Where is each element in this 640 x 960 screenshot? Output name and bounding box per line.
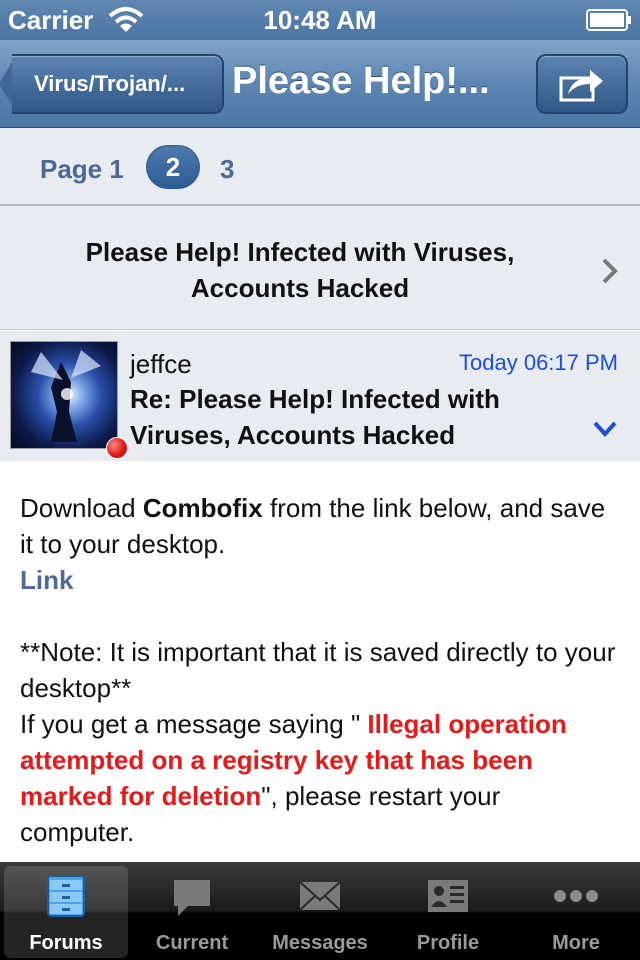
post-username[interactable]: jeffce [130,349,192,380]
post-note: **Note: It is important that it is saved… [20,637,616,703]
online-status-indicator [106,437,128,459]
share-button[interactable] [536,54,628,114]
avatar[interactable] [10,341,118,449]
tab-profile[interactable]: Profile [386,866,510,958]
pagination: Page 1 2 3 [0,128,640,206]
more-icon [554,890,598,902]
navigation-bar: Virus/Trojan/... Please Help!... [0,40,640,128]
thread-title: Please Help! Infected with Viruses, Acco… [85,237,515,303]
chevron-right-icon [602,258,618,284]
combofix-link[interactable]: Link [20,562,620,598]
chevron-down-icon[interactable] [592,419,618,439]
current-icon [174,880,210,916]
combofix-text: Combofix [142,493,263,523]
post-paragraph-download: Download Combofix from the link below, a… [20,493,606,559]
page-title: Please Help!... [232,60,490,102]
back-button-label: Virus/Trojan/... [34,71,186,96]
status-bar: Carrier 10:48 AM [0,0,640,40]
back-button[interactable]: Virus/Trojan/... [12,54,224,114]
tab-messages[interactable]: Messages [258,866,382,958]
post-subject: Re: Please Help! Infected with Viruses, … [130,384,500,450]
forums-icon [47,875,85,917]
post-header: jeffce Today 06:17 PM Re: Please Help! I… [0,331,640,461]
clock: 10:48 AM [263,5,377,35]
post-paragraph-warning: If you get a message saying " Illegal op… [20,709,567,847]
post-body: Download Combofix from the link below, a… [20,490,620,850]
post-timestamp: Today 06:17 PM [459,350,618,375]
tab-more[interactable]: More [514,866,638,958]
page-current[interactable]: 2 [146,145,200,189]
tab-bar: Forums Current Messages Profile More [0,862,640,960]
profile-icon [428,880,468,912]
page-1-link[interactable]: Page 1 [40,154,124,185]
tab-current[interactable]: Current [130,866,254,958]
page-3-link[interactable]: 3 [220,154,234,185]
thread-header[interactable]: Please Help! Infected with Viruses, Acco… [0,206,640,330]
messages-icon [299,881,341,911]
battery-icon [586,9,631,31]
share-icon [559,70,603,102]
avatar-art [31,350,101,442]
tab-forums[interactable]: Forums [4,866,128,958]
